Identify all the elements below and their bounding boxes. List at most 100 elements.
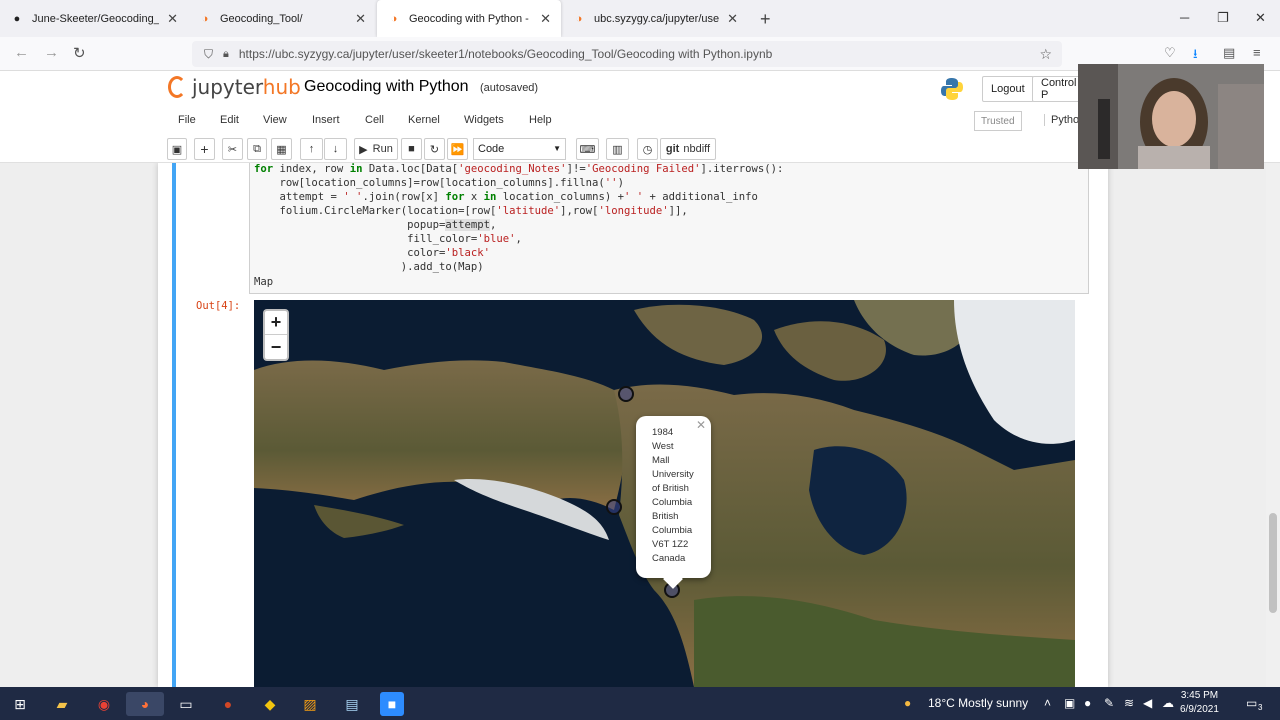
volume-icon[interactable]: ◀ <box>1143 696 1152 710</box>
weather-icon[interactable]: ● <box>904 696 911 710</box>
wifi-icon[interactable]: ≋ <box>1124 696 1134 710</box>
map-marker[interactable] <box>606 499 622 515</box>
close-icon[interactable]: ✕ <box>167 11 178 27</box>
nbdiff-button[interactable]: git nbdiff <box>660 138 716 160</box>
map-popup: ✕ 1984 West Mall University of British C… <box>636 416 711 589</box>
forward-icon[interactable]: → <box>44 44 59 61</box>
reload-icon[interactable]: ↻ <box>73 44 86 62</box>
notebook-title[interactable]: Geocoding with Python <box>304 78 469 96</box>
zoom-out-button[interactable]: − <box>265 335 287 359</box>
onedrive-icon[interactable]: ☁ <box>1162 696 1174 710</box>
move-down-button[interactable]: ↓ <box>324 138 347 160</box>
tab-title: ubc.syzygy.ca/jupyter/user/skee <box>594 12 720 25</box>
insert-cell-button[interactable]: + <box>194 138 215 160</box>
cut-button[interactable]: ✂ <box>222 138 243 160</box>
pen-icon[interactable]: ✎ <box>1104 696 1114 710</box>
paste-button[interactable]: ▦ <box>271 138 292 160</box>
firefox-icon[interactable]: ◕ <box>126 692 164 716</box>
clock-time: 3:45 PM <box>1180 690 1219 701</box>
code-line: color='black' <box>254 247 490 259</box>
popup-close-icon[interactable]: ✕ <box>696 418 706 432</box>
restart-run-all-button[interactable]: ⏩ <box>447 138 468 160</box>
close-icon[interactable]: ✕ <box>727 11 738 27</box>
chevron-up-icon[interactable]: ˄ <box>1044 696 1051 710</box>
logout-button[interactable]: Logout <box>982 76 1034 102</box>
restart-icon: ↻ <box>429 143 440 156</box>
url-text[interactable]: https://ubc.syzygy.ca/jupyter/user/skeet… <box>239 47 772 61</box>
close-window-icon[interactable]: ✕ <box>1255 10 1266 26</box>
cell-type-select[interactable]: Code ▼ <box>473 138 566 160</box>
notifications-icon[interactable]: ▭ <box>1246 696 1257 710</box>
menu-kernel[interactable]: Kernel <box>408 114 440 126</box>
code-line: folium.CircleMarker(location=[row['latit… <box>254 205 688 217</box>
library-icon[interactable]: ▤ <box>1223 45 1235 61</box>
browser-tab-notebook[interactable]: ◑ Geocoding with Python - Jupyte ✕ <box>377 0 561 37</box>
save-button[interactable]: ▣ <box>167 138 187 160</box>
map-marker[interactable] <box>618 386 634 402</box>
menu-widgets[interactable]: Widgets <box>464 114 504 126</box>
windows-start-icon[interactable]: ⊞ <box>8 692 32 716</box>
folium-map[interactable]: + − ✕ 1984 West Mall University of Briti… <box>254 300 1075 687</box>
minimize-icon[interactable]: ─ <box>1180 10 1189 25</box>
cell-type-value: Code <box>478 143 505 155</box>
menu-cell[interactable]: Cell <box>365 114 384 126</box>
keyboard-icon: ⌨ <box>579 143 596 156</box>
jupyter-icon: ◑ <box>201 12 209 25</box>
browser-tab-syzygy[interactable]: ◑ ubc.syzygy.ca/jupyter/user/skee ✕ <box>562 0 748 37</box>
chrome-icon[interactable]: ◉ <box>92 692 116 716</box>
jupyterhub-logo[interactable]: jupyterhub <box>168 75 301 99</box>
run-button[interactable]: ▶ Run <box>354 138 398 160</box>
chart-button[interactable]: ▥ <box>606 138 629 160</box>
sublime-icon[interactable]: ▨ <box>298 692 322 716</box>
pocket-icon[interactable]: ♡ <box>1164 45 1176 61</box>
menu-help[interactable]: Help <box>529 114 552 126</box>
new-tab-icon[interactable]: + <box>760 9 771 30</box>
plus-icon: + <box>200 141 209 157</box>
code-cell-input[interactable]: for index, row in Data.loc[Data['geocodi… <box>249 163 1089 294</box>
logo-hub-text: hub <box>262 75 301 99</box>
lock-icon[interactable]: 🔒︎ <box>223 48 229 61</box>
page-scrollbar[interactable] <box>1266 163 1280 687</box>
menu-edit[interactable]: Edit <box>220 114 239 126</box>
menu-file[interactable]: File <box>178 114 196 126</box>
taskbar-clock[interactable]: 3:45 PM 6/9/2021 <box>1180 689 1219 717</box>
microphone-icon[interactable]: ● <box>1084 696 1091 710</box>
close-icon[interactable]: ✕ <box>540 11 551 27</box>
webcam-overlay <box>1078 64 1264 169</box>
interrupt-button[interactable]: ■ <box>401 138 422 160</box>
terminal-icon[interactable]: ▭ <box>174 692 198 716</box>
menu-icon[interactable]: ≡ <box>1253 45 1261 60</box>
browser-tab-github[interactable]: ● June-Skeeter/Geocoding_Tool ✕ <box>0 0 188 37</box>
command-palette-button[interactable]: ⌨ <box>576 138 599 160</box>
address-bar[interactable]: ⛉ 🔒︎ https://ubc.syzygy.ca/jupyter/user/… <box>192 41 1062 67</box>
windows-taskbar: ⊞ ▰ ◉ ◕ ▭ ● ◆ ▨ ▤ ■ ● 18°C Mostly sunny … <box>0 687 1280 720</box>
maximize-icon[interactable]: ❐ <box>1217 10 1229 26</box>
browser-tab-geocoding-tool[interactable]: ◑ Geocoding_Tool/ ✕ <box>188 0 376 37</box>
bookmark-star-icon[interactable]: ☆ <box>1039 46 1052 63</box>
restart-button[interactable]: ↻ <box>424 138 445 160</box>
camera-icon[interactable]: ▣ <box>1064 696 1075 710</box>
shield-icon[interactable]: ⛉ <box>204 47 213 62</box>
arrow-up-icon: ↑ <box>308 143 315 155</box>
weather-status[interactable]: 18°C Mostly sunny <box>928 696 1028 710</box>
notepad-icon[interactable]: ▤ <box>340 692 364 716</box>
zoom-app-icon[interactable]: ■ <box>380 692 404 716</box>
control-panel-button[interactable]: Control P <box>1032 76 1080 102</box>
git-gui-icon[interactable]: ◆ <box>258 692 282 716</box>
timer-button[interactable]: ◷ <box>637 138 658 160</box>
scrollbar-thumb[interactable] <box>1269 513 1277 613</box>
back-icon[interactable]: ← <box>14 44 29 61</box>
menu-insert[interactable]: Insert <box>312 114 340 126</box>
move-up-button[interactable]: ↑ <box>300 138 323 160</box>
jupyter-icon: ◑ <box>575 12 583 25</box>
trusted-indicator[interactable]: Trusted <box>974 111 1022 131</box>
zoom-in-button[interactable]: + <box>265 311 287 335</box>
menu-view[interactable]: View <box>263 114 287 126</box>
file-explorer-icon[interactable]: ▰ <box>50 692 74 716</box>
selected-cell-indicator <box>172 163 176 687</box>
powerpoint-icon[interactable]: ● <box>216 692 240 716</box>
copy-button[interactable]: ⧉ <box>247 138 267 160</box>
code-line-map: Map <box>254 276 274 288</box>
close-icon[interactable]: ✕ <box>355 11 366 27</box>
popup-line: University <box>652 469 694 480</box>
